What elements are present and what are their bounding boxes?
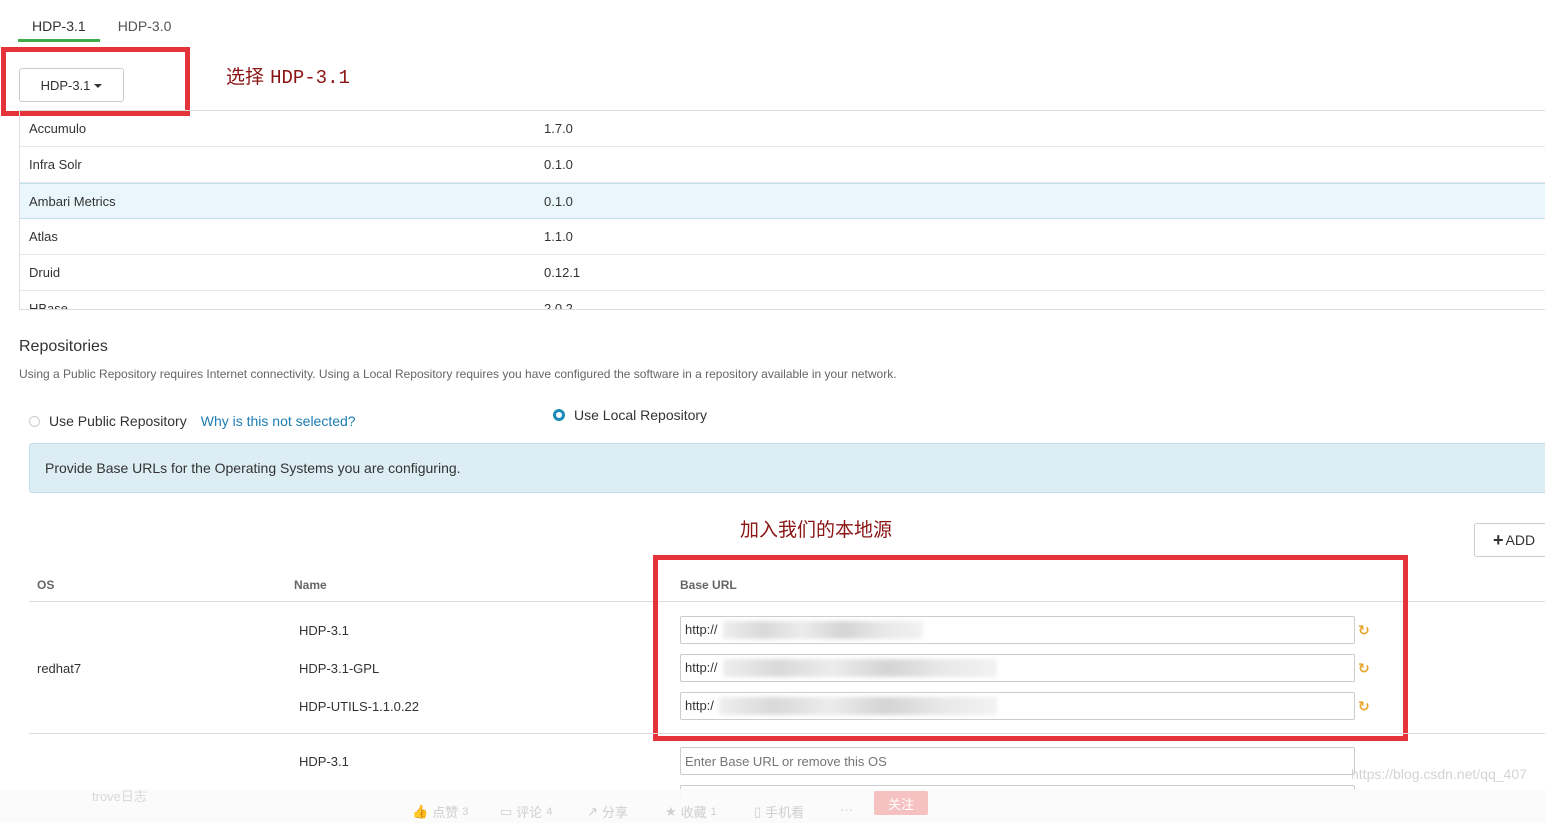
service-name: Druid	[29, 265, 61, 280]
table-row: Druid 0.12.1	[20, 255, 1545, 291]
column-header-os: OS	[37, 578, 55, 592]
service-version: 0.1.0	[544, 157, 573, 172]
collect-button[interactable]: ★ 收藏 1	[665, 802, 717, 821]
service-version: 1.1.0	[544, 229, 573, 244]
column-header-base-url: Base URL	[680, 578, 737, 592]
table-row: Infra Solr 0.1.0	[20, 147, 1545, 183]
version-dropdown-label: HDP-3.1	[40, 77, 91, 93]
repositories-description: Using a Public Repository requires Inter…	[19, 367, 897, 381]
header-divider	[29, 601, 1545, 602]
redacted-url	[723, 621, 923, 639]
tab-hdp-3-0[interactable]: HDP-3.0	[104, 0, 186, 42]
service-name: Accumulo	[29, 121, 87, 136]
service-name: Infra Solr	[29, 157, 82, 172]
table-row: HBase 2.0.2	[20, 291, 1545, 310]
undo-icon[interactable]: ↻	[1358, 698, 1370, 715]
undo-icon[interactable]: ↻	[1358, 660, 1370, 677]
os-name: redhat7	[37, 661, 82, 676]
redacted-url	[723, 659, 997, 677]
more-button[interactable]: ···	[840, 802, 853, 817]
public-repo-option[interactable]: Use Public Repository Why is this not se…	[29, 413, 356, 429]
share-button[interactable]: ↗ 分享	[587, 802, 628, 821]
base-url-input[interactable]: http://	[680, 616, 1355, 644]
base-url-input[interactable]: http://	[680, 654, 1355, 682]
table-row-highlighted: Ambari Metrics 0.1.0	[20, 183, 1545, 219]
repo-name: HDP-UTILS-1.1.0.22	[299, 699, 419, 714]
share-icon: ↗	[587, 803, 598, 819]
service-version: 0.12.1	[544, 265, 581, 280]
ghost-text: trove日志	[92, 789, 147, 804]
repo-name: HDP-3.1	[299, 754, 349, 769]
radio-selected-icon[interactable]	[553, 409, 565, 421]
follow-button[interactable]: 关注	[874, 791, 928, 815]
column-header-name: Name	[294, 578, 327, 592]
comment-icon: ▭	[500, 803, 513, 819]
why-not-selected-link[interactable]: Why is this not selected?	[201, 413, 356, 429]
plus-icon: +	[1493, 530, 1504, 550]
base-url-input-empty[interactable]	[680, 747, 1355, 775]
row-divider	[29, 733, 1545, 734]
table-row: Atlas 1.1.0	[20, 219, 1545, 255]
service-version: 1.7.0	[544, 121, 573, 136]
base-url-input[interactable]: http:/	[680, 692, 1355, 720]
like-button[interactable]: 👍 点赞 3	[412, 802, 468, 821]
add-os-button[interactable]: + ADD	[1474, 523, 1545, 557]
table-row: Accumulo 1.7.0	[20, 111, 1545, 147]
mobile-view-button[interactable]: ▯ 手机看	[754, 802, 804, 821]
service-name: HBase	[29, 301, 69, 310]
local-repo-label: Use Local Repository	[574, 407, 708, 423]
annotation-select-version: 选择 HDP-3.1	[226, 66, 350, 89]
repo-name: HDP-3.1	[299, 623, 349, 638]
undo-icon[interactable]: ↻	[1358, 622, 1370, 639]
repositories-title: Repositories	[19, 338, 108, 355]
info-alert-text: Provide Base URLs for the Operating Syst…	[45, 460, 461, 476]
service-name: Ambari Metrics	[29, 193, 116, 209]
service-name: Atlas	[29, 229, 58, 244]
info-alert: Provide Base URLs for the Operating Syst…	[29, 443, 1545, 493]
version-dropdown[interactable]: HDP-3.1	[19, 68, 124, 102]
phone-icon: ▯	[754, 803, 762, 819]
version-tabs: HDP-3.1 HDP-3.0	[18, 0, 185, 42]
repo-name: HDP-3.1-GPL	[299, 661, 380, 676]
annotation-local-source: 加入我们的本地源	[740, 519, 893, 541]
local-repo-option[interactable]: Use Local Repository	[553, 407, 707, 423]
watermark: https://blog.csdn.net/qq_407	[1351, 766, 1527, 782]
comment-button[interactable]: ▭ 评论 4	[500, 802, 552, 821]
add-os-label: ADD	[1505, 532, 1536, 548]
services-table: Accumulo 1.7.0 Infra Solr 0.1.0 Ambari M…	[19, 110, 1545, 310]
thumbs-up-icon: 👍	[412, 803, 429, 819]
redacted-url	[719, 697, 997, 715]
service-version: 0.1.0	[544, 193, 573, 209]
public-repo-label: Use Public Repository	[49, 413, 187, 429]
caret-down-icon	[94, 84, 103, 88]
tab-hdp-3-1[interactable]: HDP-3.1	[18, 0, 100, 42]
star-icon: ★	[665, 803, 677, 819]
service-version: 2.0.2	[544, 301, 573, 310]
radio-icon[interactable]	[29, 415, 40, 427]
